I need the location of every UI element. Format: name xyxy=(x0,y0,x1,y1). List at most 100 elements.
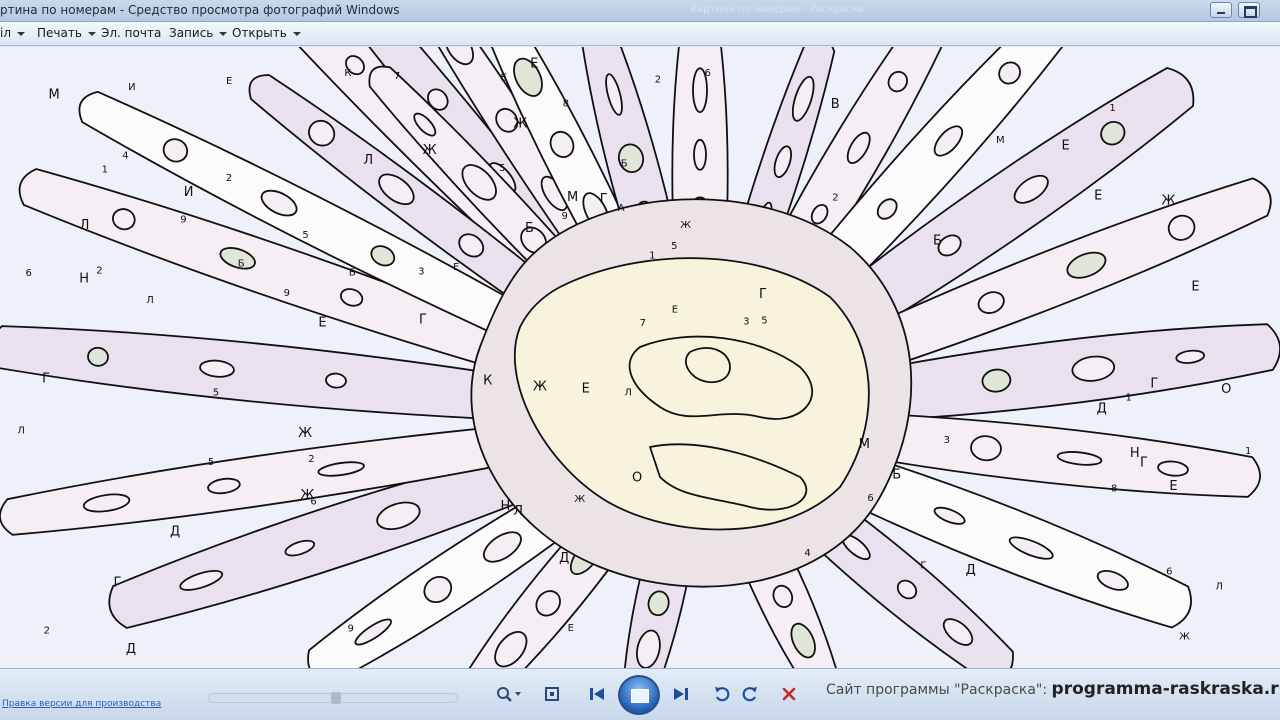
region-number-label: Е xyxy=(1191,279,1199,294)
chevron-down-icon xyxy=(87,31,96,36)
region-number-label: 9 xyxy=(284,288,290,299)
window-title: ртина по номерам - Средство просмотра фо… xyxy=(0,3,400,17)
region-number-label: О xyxy=(632,470,642,485)
rotate-right-icon[interactable] xyxy=(736,681,764,707)
region-number-label: 5 xyxy=(761,315,767,326)
site-url[interactable]: programma-raskraska.ru xyxy=(1052,679,1280,699)
region-number-label: Д xyxy=(559,551,569,566)
region-number-label: Б xyxy=(349,268,356,279)
region-number-label: Ж xyxy=(533,379,547,394)
bottom-toolbar: Правка версии для производства Сайт прог… xyxy=(0,668,1280,720)
region-number-label: 7 xyxy=(394,71,400,82)
region-number-label: 1 xyxy=(1126,392,1132,403)
region-number-label: Л xyxy=(17,425,25,436)
region-number-label: Л xyxy=(1215,582,1223,593)
region-number-label: 8 xyxy=(563,98,569,109)
region-number-label: М xyxy=(859,437,870,452)
menu-email[interactable]: Эл. почта xyxy=(101,26,161,40)
region-number-label: К xyxy=(483,373,492,388)
region-number-label: 5 xyxy=(671,241,677,252)
region-number-label: 3 xyxy=(944,435,950,446)
region-number-label: 2 xyxy=(44,625,50,636)
region-number-label: 2 xyxy=(655,74,661,85)
region-number-label: 5 xyxy=(499,163,505,174)
region-number-label: 6 xyxy=(1166,566,1172,577)
menu-file-label: іл xyxy=(0,26,12,40)
region-number-label: 9 xyxy=(180,215,186,226)
region-number-label: 1 xyxy=(1109,103,1115,114)
menu-print[interactable]: Печать xyxy=(37,26,96,40)
region-number-label: 3 xyxy=(418,267,424,278)
region-number-label: 2 xyxy=(96,265,102,276)
playback-controls xyxy=(470,675,810,715)
region-number-label: М xyxy=(567,190,578,205)
rotate-left-icon[interactable] xyxy=(708,681,736,707)
region-number-label: 5 xyxy=(213,387,219,398)
region-number-label: Ж xyxy=(680,220,691,231)
region-number-label: Ж xyxy=(423,143,437,158)
region-number-label: Е xyxy=(500,73,506,84)
menu-open-label: Открыть xyxy=(232,26,287,40)
region-number-label: М xyxy=(49,88,60,103)
region-number-label: 4 xyxy=(122,151,128,162)
region-number-label: 5 xyxy=(208,457,214,468)
region-number-label: Ж xyxy=(1179,632,1190,643)
region-number-label: Ж xyxy=(298,426,312,441)
actual-size-icon[interactable] xyxy=(538,681,566,707)
region-number-label: Е xyxy=(318,316,326,331)
region-number-label: Д xyxy=(170,524,180,539)
region-number-label: Г xyxy=(113,575,121,590)
previous-icon[interactable] xyxy=(584,681,612,707)
region-number-label: Г xyxy=(1140,456,1148,471)
menu-email-label: Эл. почта xyxy=(101,26,162,40)
region-number-label: Е xyxy=(1062,138,1070,153)
region-number-label: Е xyxy=(226,76,232,87)
help-link[interactable]: Правка версии для производства xyxy=(2,699,161,709)
region-number-label: Л xyxy=(80,218,90,233)
region-number-label: Л xyxy=(513,504,523,519)
minimize-icon[interactable] xyxy=(1210,2,1232,18)
cell-region xyxy=(693,138,707,171)
region-number-label: 2 xyxy=(308,454,314,465)
maximize-icon[interactable] xyxy=(1238,2,1260,18)
region-number-label: Н xyxy=(79,271,89,286)
menu-print-label: Печать xyxy=(37,26,82,40)
next-icon[interactable] xyxy=(666,681,694,707)
zoom-slider[interactable] xyxy=(208,692,458,704)
photo-viewer-window: ртина по номерам - Средство просмотра фо… xyxy=(0,0,1280,720)
region-number-label: Г xyxy=(42,372,50,387)
region-number-label: Л xyxy=(624,388,632,399)
region-number-label: Л xyxy=(363,153,373,168)
zoom-icon[interactable] xyxy=(490,681,526,707)
region-number-label: Б xyxy=(892,467,901,482)
region-number-label: Д xyxy=(966,563,976,578)
region-number-label: Д xyxy=(1097,402,1107,417)
menu-burn-label: Запись xyxy=(169,26,214,40)
region-number-label: 2 xyxy=(226,173,232,184)
region-number-label: Л xyxy=(146,295,154,306)
region-number-label: Ж xyxy=(1162,194,1176,209)
region-number-label: Б xyxy=(525,221,534,236)
window-title-ghost: Картина по номерам - Раскраска xyxy=(690,4,864,15)
region-number-label: Е xyxy=(568,623,574,634)
menu-burn[interactable]: Запись xyxy=(169,26,228,40)
menu-file[interactable]: іл xyxy=(0,26,26,40)
slideshow-icon[interactable] xyxy=(618,675,660,715)
delete-icon[interactable] xyxy=(775,681,803,707)
region-number-label: Е xyxy=(582,381,590,396)
region-number-label: М xyxy=(996,135,1005,146)
chevron-down-icon xyxy=(17,31,26,36)
image-canvas[interactable]: ЛЕГБВ25БЖЕЖЛМЖЕЖГЛИИМГД969Д636396963ДДДК… xyxy=(0,47,1280,668)
region-number-label: О xyxy=(1221,382,1231,397)
region-number-label: 1 xyxy=(1245,446,1251,457)
coloring-page: ЛЕГБВ25БЖЕЖЛМЖЕЖГЛИИМГД969Д 636396963ДДДК… xyxy=(0,47,1280,668)
chevron-down-icon xyxy=(292,31,301,36)
cell-region xyxy=(87,346,109,367)
region-number-label: Д xyxy=(126,642,136,657)
region-number-label: Ж xyxy=(574,494,585,505)
region-number-label: 3 xyxy=(743,316,749,327)
region-number-label: Б xyxy=(621,159,628,170)
region-number-label: Ж xyxy=(513,116,527,131)
menu-open[interactable]: Открыть xyxy=(232,26,301,40)
region-number-label: 9 xyxy=(348,624,354,635)
